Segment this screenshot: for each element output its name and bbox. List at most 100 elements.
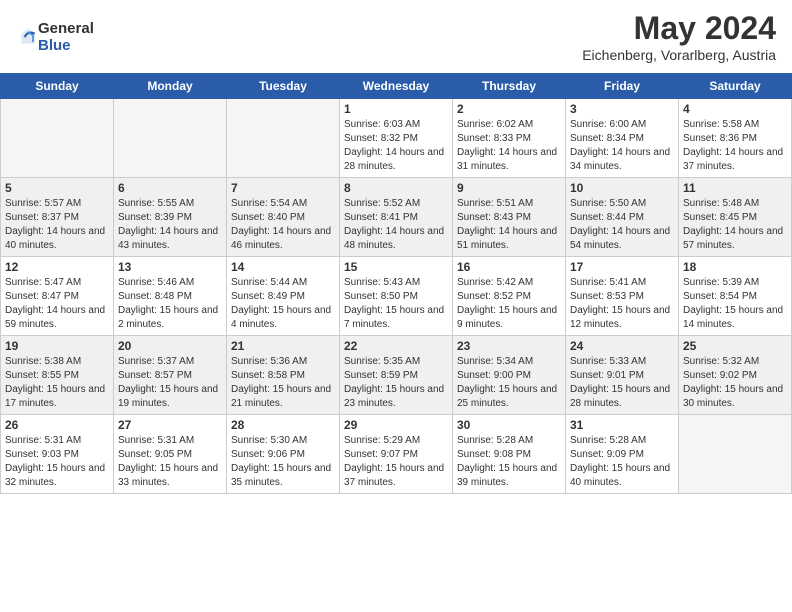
day-number: 2: [457, 102, 561, 116]
calendar-cell: 9Sunrise: 5:51 AMSunset: 8:43 PMDaylight…: [453, 178, 566, 257]
day-info: Sunrise: 5:33 AMSunset: 9:01 PMDaylight:…: [570, 355, 674, 411]
weekday-header-monday: Monday: [114, 74, 227, 99]
calendar-cell: 10 Sunrise: 5:50 AMSunset: 8:44 PMDayligh…: [566, 178, 679, 257]
logo-icon: [18, 27, 38, 47]
day-number: 6: [118, 181, 222, 195]
calendar-cell: 6 Sunrise: 5:55 AMSunset: 8:39 PMDaylight…: [114, 178, 227, 257]
calendar-cell: [679, 415, 792, 494]
calendar-cell: 17 Sunrise: 5:41 AMSunset: 8:53 PMDayligh…: [566, 257, 679, 336]
day-info: Sunrise: 5:28 AMSunset: 9:09 PMDaylight:…: [570, 434, 674, 490]
day-info: Sunrise: 5:47 AMSunset: 8:47 PMDaylight:…: [5, 276, 109, 332]
calendar-cell: 14 Sunrise: 5:44 AMSunset: 8:49 PMDayligh…: [227, 257, 340, 336]
calendar-cell: 16 Sunrise: 5:42 AMSunset: 8:52 PMDayligh…: [453, 257, 566, 336]
weekday-header-saturday: Saturday: [679, 74, 792, 99]
day-info: Sunrise: 5:36 AMSunset: 8:58 PMDaylight:…: [231, 355, 335, 411]
day-info: Sunrise: 5:43 AMSunset: 8:50 PMDaylight:…: [344, 276, 448, 332]
day-number: 12: [5, 260, 109, 274]
day-number: 25: [683, 339, 787, 353]
day-number: 3: [570, 102, 674, 116]
weekday-header-friday: Friday: [566, 74, 679, 99]
calendar-table: SundayMondayTuesdayWednesdayThursdayFrid…: [0, 73, 792, 494]
day-number: 27: [118, 418, 222, 432]
calendar-cell: 31Sunrise: 5:28 AMSunset: 9:09 PMDayligh…: [566, 415, 679, 494]
day-info: Sunrise: 5:54 AMSunset: 8:40 PMDaylight:…: [231, 197, 335, 253]
day-info: Sunrise: 5:28 AMSunset: 9:08 PMDaylight:…: [457, 434, 561, 490]
calendar-week-row: 1Sunrise: 6:03 AMSunset: 8:32 PMDaylight…: [1, 99, 792, 178]
day-number: 8: [344, 181, 448, 195]
day-info: Sunrise: 6:03 AMSunset: 8:32 PMDaylight:…: [344, 118, 448, 174]
calendar-cell: 5 Sunrise: 5:57 AMSunset: 8:37 PMDaylight…: [1, 178, 114, 257]
calendar-cell: 18 Sunrise: 5:39 AMSunset: 8:54 PMDayligh…: [679, 257, 792, 336]
day-info: Sunrise: 5:39 AMSunset: 8:54 PMDaylight:…: [683, 276, 787, 332]
day-number: 29: [344, 418, 448, 432]
calendar-cell: 15 Sunrise: 5:43 AMSunset: 8:50 PMDayligh…: [340, 257, 453, 336]
calendar-week-row: 5 Sunrise: 5:57 AMSunset: 8:37 PMDaylight…: [1, 178, 792, 257]
calendar-cell: 24 Sunrise: 5:33 AMSunset: 9:01 PMDayligh…: [566, 336, 679, 415]
day-number: 10: [570, 181, 674, 195]
day-info: Sunrise: 5:38 AMSunset: 8:55 PMDaylight:…: [5, 355, 109, 411]
day-number: 30: [457, 418, 561, 432]
calendar-cell: 12 Sunrise: 5:47 AMSunset: 8:47 PMDayligh…: [1, 257, 114, 336]
day-info: Sunrise: 6:02 AMSunset: 8:33 PMDaylight:…: [457, 118, 561, 174]
day-info: Sunrise: 5:55 AMSunset: 8:39 PMDaylight:…: [118, 197, 222, 253]
day-info: Sunrise: 5:46 AMSunset: 8:48 PMDaylight:…: [118, 276, 222, 332]
day-number: 15: [344, 260, 448, 274]
day-info: Sunrise: 5:41 AMSunset: 8:53 PMDaylight:…: [570, 276, 674, 332]
calendar-week-row: 19 Sunrise: 5:38 AMSunset: 8:55 PMDayligh…: [1, 336, 792, 415]
calendar-cell: 21 Sunrise: 5:36 AMSunset: 8:58 PMDayligh…: [227, 336, 340, 415]
day-number: 21: [231, 339, 335, 353]
day-info: Sunrise: 5:50 AMSunset: 8:44 PMDaylight:…: [570, 197, 674, 253]
day-number: 16: [457, 260, 561, 274]
day-number: 24: [570, 339, 674, 353]
day-info: Sunrise: 5:35 AMSunset: 8:59 PMDaylight:…: [344, 355, 448, 411]
day-number: 18: [683, 260, 787, 274]
day-number: 19: [5, 339, 109, 353]
calendar-cell: 27Sunrise: 5:31 AMSunset: 9:05 PMDayligh…: [114, 415, 227, 494]
weekday-header-tuesday: Tuesday: [227, 74, 340, 99]
day-number: 20: [118, 339, 222, 353]
calendar-cell: 4 Sunrise: 5:58 AMSunset: 8:36 PMDaylight…: [679, 99, 792, 178]
day-number: 14: [231, 260, 335, 274]
calendar-cell: [114, 99, 227, 178]
day-info: Sunrise: 5:57 AMSunset: 8:37 PMDaylight:…: [5, 197, 109, 253]
calendar-cell: 29 Sunrise: 5:29 AMSunset: 9:07 PMDayligh…: [340, 415, 453, 494]
day-info: Sunrise: 5:30 AMSunset: 9:06 PMDaylight:…: [231, 434, 335, 490]
day-info: Sunrise: 5:42 AMSunset: 8:52 PMDaylight:…: [457, 276, 561, 332]
day-number: 13: [118, 260, 222, 274]
day-info: Sunrise: 5:58 AMSunset: 8:36 PMDaylight:…: [683, 118, 787, 174]
calendar-week-row: 26Sunrise: 5:31 AMSunset: 9:03 PMDayligh…: [1, 415, 792, 494]
calendar-cell: 11Sunrise: 5:48 AMSunset: 8:45 PMDayligh…: [679, 178, 792, 257]
calendar-cell: 25 Sunrise: 5:32 AMSunset: 9:02 PMDayligh…: [679, 336, 792, 415]
day-info: Sunrise: 5:44 AMSunset: 8:49 PMDaylight:…: [231, 276, 335, 332]
calendar-cell: 20Sunrise: 5:37 AMSunset: 8:57 PMDayligh…: [114, 336, 227, 415]
month-title: May 2024: [582, 10, 776, 47]
calendar-cell: 8Sunrise: 5:52 AMSunset: 8:41 PMDaylight…: [340, 178, 453, 257]
weekday-header-row: SundayMondayTuesdayWednesdayThursdayFrid…: [1, 74, 792, 99]
calendar-cell: 26Sunrise: 5:31 AMSunset: 9:03 PMDayligh…: [1, 415, 114, 494]
day-number: 5: [5, 181, 109, 195]
weekday-header-wednesday: Wednesday: [340, 74, 453, 99]
title-block: May 2024 Eichenberg, Vorarlberg, Austria: [582, 10, 776, 63]
day-number: 11: [683, 181, 787, 195]
day-number: 17: [570, 260, 674, 274]
logo: General Blue: [16, 20, 94, 54]
day-info: Sunrise: 5:51 AMSunset: 8:43 PMDaylight:…: [457, 197, 561, 253]
day-number: 28: [231, 418, 335, 432]
calendar-cell: 2 Sunrise: 6:02 AMSunset: 8:33 PMDaylight…: [453, 99, 566, 178]
calendar-cell: 3 Sunrise: 6:00 AMSunset: 8:34 PMDaylight…: [566, 99, 679, 178]
day-info: Sunrise: 5:31 AMSunset: 9:03 PMDaylight:…: [5, 434, 109, 490]
day-info: Sunrise: 5:32 AMSunset: 9:02 PMDaylight:…: [683, 355, 787, 411]
weekday-header-sunday: Sunday: [1, 74, 114, 99]
day-info: Sunrise: 6:00 AMSunset: 8:34 PMDaylight:…: [570, 118, 674, 174]
day-number: 22: [344, 339, 448, 353]
calendar-cell: 28 Sunrise: 5:30 AMSunset: 9:06 PMDayligh…: [227, 415, 340, 494]
calendar-cell: [1, 99, 114, 178]
calendar-cell: 7 Sunrise: 5:54 AMSunset: 8:40 PMDaylight…: [227, 178, 340, 257]
logo-general-text: General: [38, 20, 94, 37]
calendar-cell: 19 Sunrise: 5:38 AMSunset: 8:55 PMDayligh…: [1, 336, 114, 415]
day-info: Sunrise: 5:29 AMSunset: 9:07 PMDaylight:…: [344, 434, 448, 490]
day-number: 4: [683, 102, 787, 116]
day-info: Sunrise: 5:34 AMSunset: 9:00 PMDaylight:…: [457, 355, 561, 411]
day-number: 7: [231, 181, 335, 195]
location-title: Eichenberg, Vorarlberg, Austria: [582, 47, 776, 63]
